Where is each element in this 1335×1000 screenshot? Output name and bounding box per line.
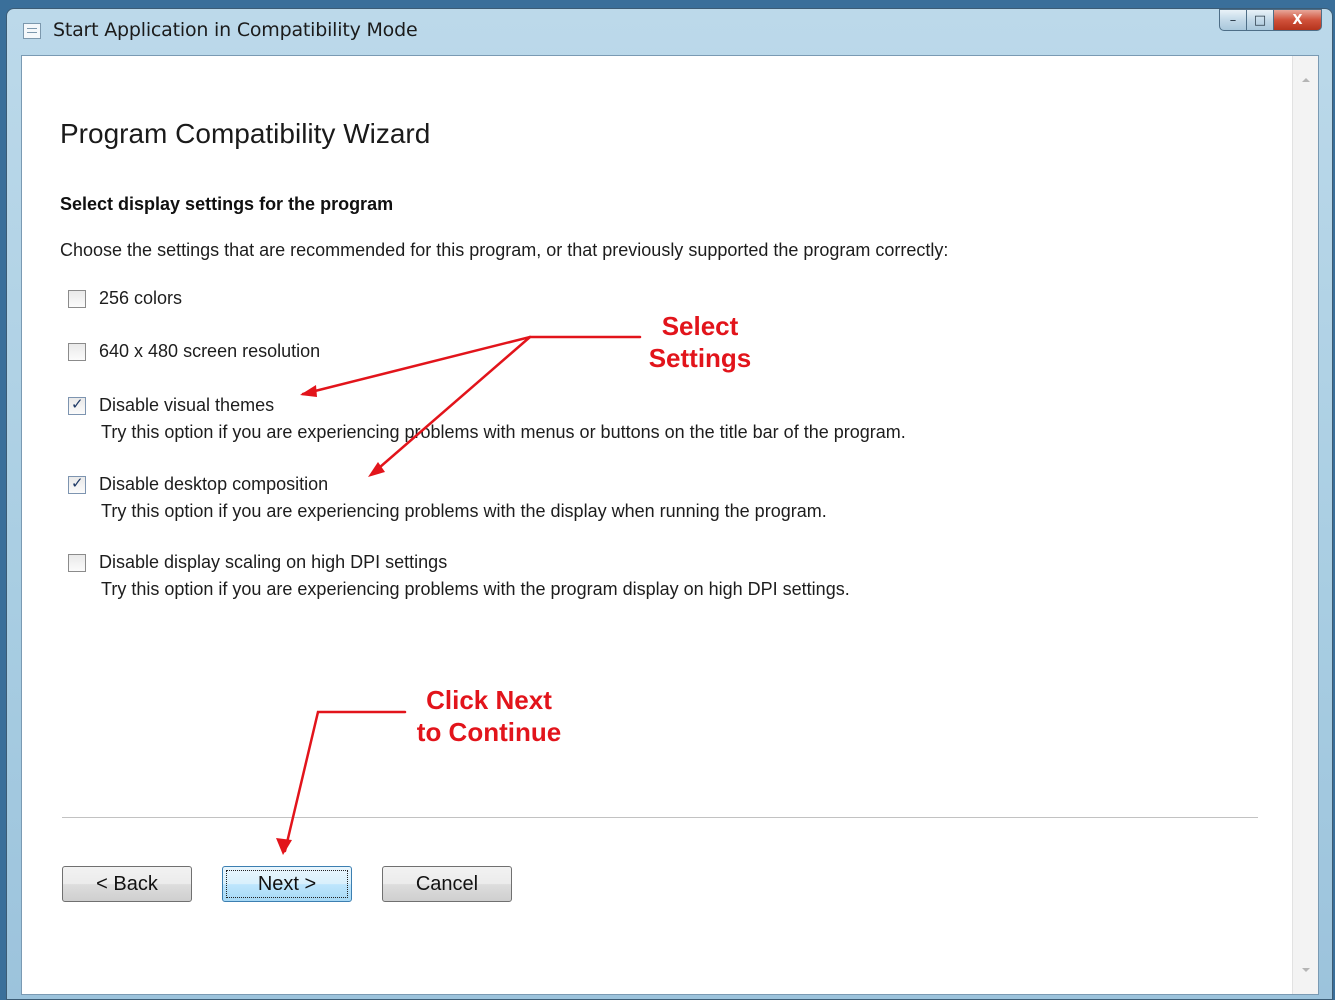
arrow-to-next-button (283, 710, 407, 853)
annotation-select-settings: Select Settings (640, 310, 760, 374)
arrowhead (300, 385, 317, 397)
annotation-line: Select (661, 311, 739, 341)
annotation-line: to Continue (416, 717, 562, 747)
annotation-arrows (276, 335, 642, 855)
arrowhead (276, 838, 292, 855)
annotation-line: Settings (648, 343, 752, 373)
annotation-click-next: Click Next to Continue (404, 684, 574, 748)
arrow-to-visual-themes (301, 335, 642, 396)
annotation-line: Click Next (426, 685, 552, 715)
